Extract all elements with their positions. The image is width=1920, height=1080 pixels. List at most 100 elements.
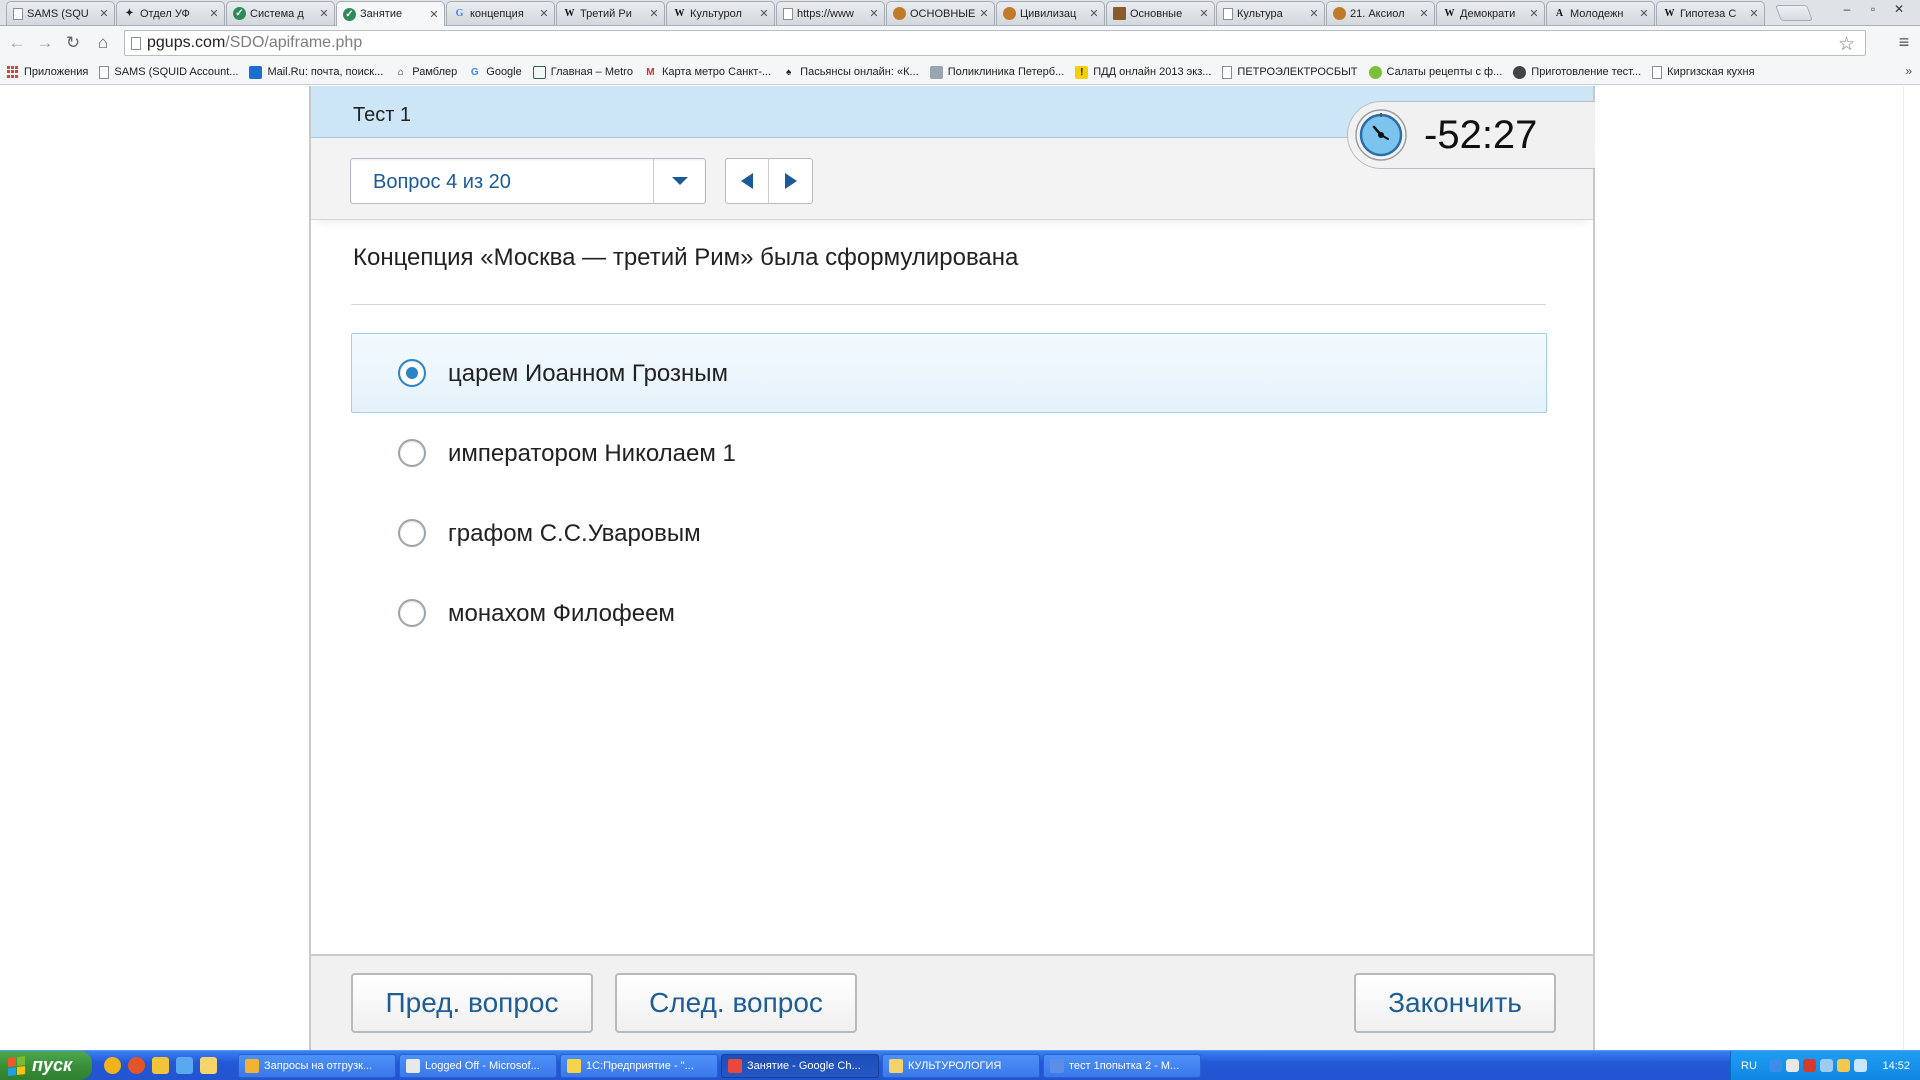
maximize-button[interactable]: ▫ <box>1860 0 1886 18</box>
browser-tab[interactable]: Цивилизац ✕ <box>996 1 1105 25</box>
bookmark-star-icon[interactable]: ☆ <box>1838 33 1855 56</box>
network-icon[interactable] <box>1768 1059 1782 1072</box>
radio-button[interactable] <box>398 599 426 627</box>
browser-tab[interactable]: W Культурол ✕ <box>666 1 775 25</box>
bookmark-label: Mail.Ru: почта, поиск... <box>267 66 384 78</box>
bookmark-item[interactable]: SAMS (SQUID Account... <box>99 65 238 79</box>
tab-close-icon[interactable]: ✕ <box>1748 7 1760 20</box>
tab-close-icon[interactable]: ✕ <box>1198 7 1210 20</box>
reload-icon[interactable]: ↻ <box>62 32 84 54</box>
scrollbar[interactable] <box>1903 86 1920 1050</box>
bookmark-item[interactable]: Главная – Metro <box>532 65 633 79</box>
media-icon[interactable] <box>176 1057 193 1074</box>
browser-tab[interactable]: Gконцепция ✕ <box>446 1 555 25</box>
address-bar[interactable]: pgups.com/SDO/apiframe.php ☆ <box>124 30 1866 56</box>
browser-tab[interactable]: https://www ✕ <box>776 1 885 25</box>
menu-icon[interactable]: ≡ <box>1894 32 1914 53</box>
bookmark-item[interactable]: ♠ Пасьянсы онлайн: «К... <box>782 66 919 79</box>
bookmark-item[interactable]: Салаты рецепты с ф... <box>1368 65 1502 79</box>
back-arrow-icon[interactable]: ← <box>6 32 28 54</box>
browser-tab[interactable]: ✓ Занятие ✕ <box>336 1 445 26</box>
language-indicator[interactable]: RU <box>1741 1060 1757 1072</box>
minimize-button[interactable]: – <box>1834 0 1860 18</box>
bookmark-item[interactable]: Приготовление тест... <box>1513 65 1641 79</box>
bookmark-label: Карта метро Санкт-... <box>661 66 772 78</box>
radio-button[interactable] <box>398 519 426 547</box>
taskbar-button[interactable]: Logged Off - Microsof... <box>399 1054 557 1078</box>
new-tab-button[interactable] <box>1775 5 1813 21</box>
browser-tab[interactable]: Культура ✕ <box>1216 1 1325 25</box>
browser-icon[interactable] <box>128 1057 145 1074</box>
question-select[interactable]: Вопрос 4 из 20 <box>350 158 706 204</box>
tab-close-icon[interactable]: ✕ <box>648 7 660 20</box>
taskbar-button[interactable]: Запросы на отгрузк... <box>238 1054 396 1078</box>
bookmark-label: ПДД онлайн 2013 экз... <box>1093 66 1212 78</box>
bookmark-item[interactable]: ! ПДД онлайн 2013 экз... <box>1075 65 1212 79</box>
prev-question-button[interactable]: Пред. вопрос <box>351 973 593 1033</box>
tab-close-icon[interactable]: ✕ <box>538 7 550 20</box>
bookmark-label: Киргизская кухня <box>1667 66 1755 78</box>
browser-tab[interactable]: ОСНОВНЫЕ ✕ <box>886 1 995 25</box>
browser-tab[interactable]: Основные ✕ <box>1106 1 1215 25</box>
tab-close-icon[interactable]: ✕ <box>318 7 330 20</box>
tab-close-icon[interactable]: ✕ <box>208 7 220 20</box>
bookmark-item[interactable]: ⌂ Рамблер <box>394 66 458 79</box>
arrow-left-icon <box>741 173 753 189</box>
site-icon <box>1003 7 1016 20</box>
bookmarks-more-button[interactable]: » <box>1905 64 1912 78</box>
browser-tab[interactable]: SAMS (SQU ✕ <box>6 1 115 25</box>
monitor-icon[interactable] <box>1819 1059 1833 1072</box>
tab-close-icon[interactable]: ✕ <box>1308 7 1320 20</box>
answer-option[interactable]: императором Николаем 1 <box>351 413 1547 493</box>
tab-close-icon[interactable]: ✕ <box>978 7 990 20</box>
finish-button[interactable]: Закончить <box>1354 973 1556 1033</box>
forward-arrow-icon[interactable]: → <box>34 32 56 54</box>
tab-close-icon[interactable]: ✕ <box>1638 7 1650 20</box>
taskbar-button[interactable]: тест 1попытка 2 - М... <box>1043 1054 1201 1078</box>
taskbar-button[interactable]: Занятие - Google Ch... <box>721 1054 879 1078</box>
bookmark-item[interactable]: M Карта метро Санкт-... <box>644 66 771 79</box>
radio-button[interactable] <box>398 439 426 467</box>
dropdown-button[interactable] <box>653 159 705 203</box>
browser-tab[interactable]: W Гипотеза С ✕ <box>1656 1 1765 25</box>
bookmark-item[interactable]: Поликлиника Петерб... <box>929 65 1064 79</box>
tab-title: SAMS (SQU <box>27 7 89 20</box>
tab-close-icon[interactable]: ✕ <box>1528 7 1540 20</box>
answer-option[interactable]: монахом Филофеем <box>351 573 1547 653</box>
tab-close-icon[interactable]: ✕ <box>428 8 440 21</box>
browser-tab[interactable]: ✦ Отдел УФ ✕ <box>116 1 225 25</box>
tab-close-icon[interactable]: ✕ <box>758 7 770 20</box>
next-question-button[interactable]: След. вопрос <box>615 973 857 1033</box>
browser-tab[interactable]: A Молодежн ✕ <box>1546 1 1655 25</box>
answer-option[interactable]: графом С.С.Уваровым <box>351 493 1547 573</box>
tab-close-icon[interactable]: ✕ <box>1088 7 1100 20</box>
bookmark-item[interactable]: Mail.Ru: почта, поиск... <box>249 65 384 79</box>
tab-close-icon[interactable]: ✕ <box>98 7 110 20</box>
home-icon[interactable]: ⌂ <box>92 32 114 54</box>
radio-button[interactable] <box>398 359 426 387</box>
folder-icon[interactable] <box>200 1057 217 1074</box>
bookmark-item[interactable]: G Google <box>468 66 522 79</box>
taskbar-button[interactable]: КУЛЬТУРОЛОГИЯ <box>882 1054 1040 1078</box>
browser-tab[interactable]: ✓ Система д ✕ <box>226 1 335 25</box>
antivirus-icon[interactable] <box>1802 1059 1816 1072</box>
bookmark-item[interactable]: Киргизская кухня <box>1652 65 1755 79</box>
tray-app-icon[interactable] <box>1785 1059 1799 1072</box>
next-question-arrow[interactable] <box>769 159 812 203</box>
bookmark-item[interactable]: Приложения <box>6 65 88 79</box>
previous-question-arrow[interactable] <box>726 159 769 203</box>
volume-icon[interactable] <box>1836 1059 1850 1072</box>
taskbar-button[interactable]: 1С:Предприятие - "... <box>560 1054 718 1078</box>
update-icon[interactable] <box>1853 1059 1867 1072</box>
tab-close-icon[interactable]: ✕ <box>868 7 880 20</box>
app-icon[interactable] <box>152 1057 169 1074</box>
close-window-button[interactable]: ✕ <box>1886 0 1912 18</box>
chrome-icon[interactable] <box>104 1057 121 1074</box>
tab-close-icon[interactable]: ✕ <box>1418 7 1430 20</box>
start-button[interactable]: пуск <box>0 1051 92 1080</box>
bookmark-item[interactable]: ПЕТРОЭЛЕКТРОСБЫТ <box>1222 65 1358 79</box>
browser-tab[interactable]: 21. Аксиол ✕ <box>1326 1 1435 25</box>
browser-tab[interactable]: W Демократи ✕ <box>1436 1 1545 25</box>
browser-tab[interactable]: W Третий Ри ✕ <box>556 1 665 25</box>
answer-option[interactable]: царем Иоанном Грозным <box>351 333 1547 413</box>
